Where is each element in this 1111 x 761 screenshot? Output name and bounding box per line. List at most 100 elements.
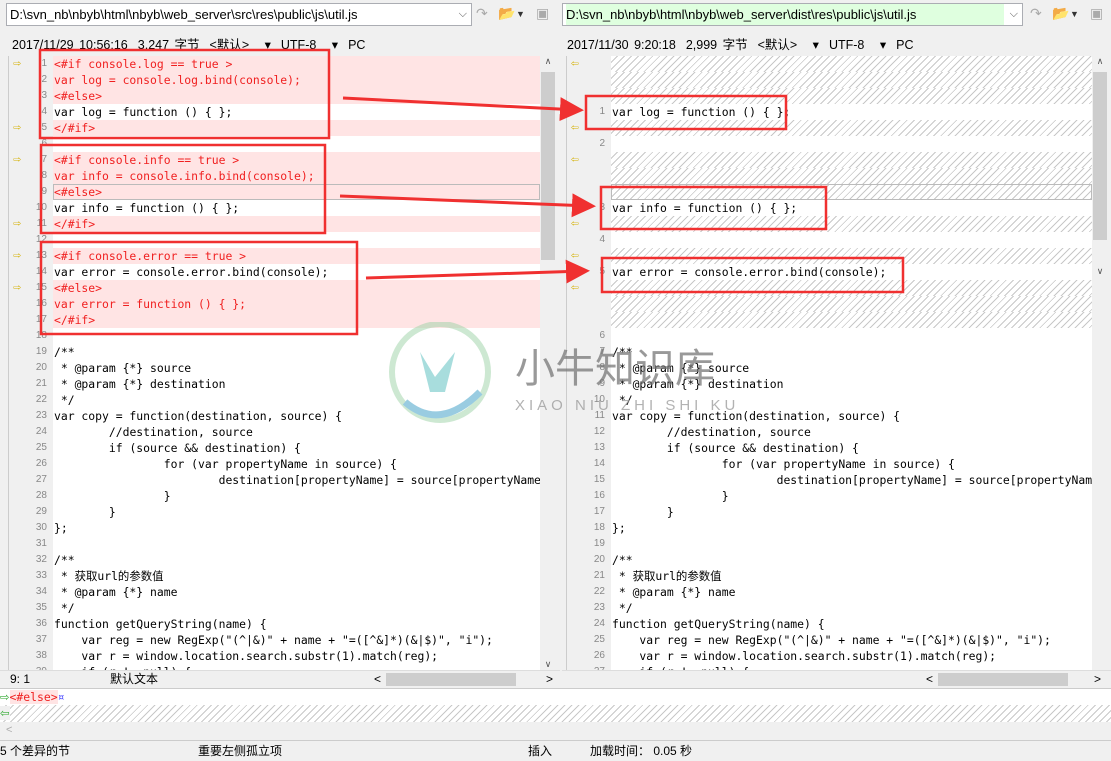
right-vertical-scrollbar[interactable]: ∧ ∨ — [1092, 56, 1108, 670]
code-line[interactable]: 36 function getQueryString(name) { — [9, 616, 540, 632]
code-line[interactable]: 37 var reg = new RegExp("(^|&)" + name +… — [9, 632, 540, 648]
code-line[interactable]: 29 } — [9, 504, 540, 520]
format-select[interactable]: <默认> ▾ — [758, 38, 819, 52]
placeholder-row[interactable] — [567, 184, 1092, 200]
copy-right-arrow-icon[interactable]: ⇨ — [13, 249, 21, 263]
copy-right-arrow-icon[interactable]: ⇨ — [13, 57, 21, 71]
copy-right-arrow-icon[interactable]: ⇨ — [13, 121, 21, 135]
copy-right-arrow-icon[interactable]: ⇨ — [13, 153, 21, 167]
copy-left-arrow-icon[interactable]: ⇦ — [571, 217, 579, 231]
code-line[interactable]: 32 /** — [9, 552, 540, 568]
code-line[interactable]: ⇨ 13 <#if console.error == true > — [9, 248, 540, 264]
code-line[interactable]: 19 /** — [9, 344, 540, 360]
code-line[interactable]: 15 destination[propertyName] = source[pr… — [567, 472, 1092, 488]
code-line[interactable]: 26 for (var propertyName in source) { — [9, 456, 540, 472]
code-line[interactable]: 38 var r = window.location.search.substr… — [9, 648, 540, 664]
code-line[interactable]: ⇨ 5 </#if> — [9, 120, 540, 136]
code-line[interactable]: 21 * 获取url的参数值 — [567, 568, 1092, 584]
code-line[interactable]: 21 * @param {*} destination — [9, 376, 540, 392]
copy-left-arrow-icon[interactable]: ⇦ — [571, 281, 579, 295]
code-line[interactable]: 16 var error = function () { }; — [9, 296, 540, 312]
placeholder-row[interactable]: ⇦ — [567, 120, 1092, 136]
placeholder-row[interactable]: ⇦ — [567, 248, 1092, 264]
code-line[interactable]: 23 var copy = function(destination, sourc… — [9, 408, 540, 424]
copy-left-arrow-icon[interactable]: ⇦ — [571, 153, 579, 167]
code-line[interactable]: 2 var log = console.log.bind(console); — [9, 72, 540, 88]
code-line[interactable]: 9 * @param {*} destination — [567, 376, 1092, 392]
code-line[interactable]: 3 <#else> — [9, 88, 540, 104]
code-line[interactable]: 2 — [567, 136, 1092, 152]
code-line[interactable]: 13 if (source && destination) { — [567, 440, 1092, 456]
dropdown-arrow-icon[interactable]: ▼ — [516, 9, 525, 19]
chevron-down-icon[interactable]: ⌵ — [1010, 4, 1018, 25]
format-select[interactable]: <默认> ▾ — [210, 38, 271, 52]
code-line[interactable]: 20 /** — [567, 552, 1092, 568]
placeholder-row[interactable] — [567, 88, 1092, 104]
syntax-mode[interactable]: 默认文本 — [110, 671, 158, 688]
code-line[interactable]: 4 var log = function () { }; — [9, 104, 540, 120]
encoding-select[interactable]: UTF-8 ▾ — [281, 38, 338, 52]
left-code-view[interactable]: ⇨ 1 <#if console.log == true > 2 var log = c… — [8, 56, 540, 670]
placeholder-row[interactable]: ⇦ — [567, 216, 1092, 232]
placeholder-row[interactable]: ⇦ — [567, 56, 1092, 72]
code-line[interactable]: 31 — [9, 536, 540, 552]
left-vertical-scrollbar[interactable]: ∧ ∨ — [540, 56, 556, 670]
compare-mode[interactable]: 重要左侧孤立项 — [198, 741, 282, 761]
code-line[interactable]: 7 /** — [567, 344, 1092, 360]
code-line[interactable]: 10 */ — [567, 392, 1092, 408]
code-line[interactable]: 35 */ — [9, 600, 540, 616]
code-line[interactable]: 5 var error = console.error.bind(console)… — [567, 264, 1092, 280]
left-path-field[interactable]: D:\svn_nb\nbyb\html\nbyb\web_server\src\… — [6, 3, 472, 26]
code-line[interactable]: 24 //destination, source — [9, 424, 540, 440]
code-line[interactable]: 33 * 获取url的参数值 — [9, 568, 540, 584]
code-line[interactable]: 27 destination[propertyName] = source[pr… — [9, 472, 540, 488]
code-line[interactable]: 17 </#if> — [9, 312, 540, 328]
placeholder-row[interactable] — [567, 72, 1092, 88]
code-line[interactable]: 17 } — [567, 504, 1092, 520]
copy-right-arrow-icon[interactable]: ⇨ — [13, 281, 21, 295]
code-line[interactable]: 6 — [9, 136, 540, 152]
placeholder-row[interactable]: ⇦ — [567, 280, 1092, 296]
code-line[interactable]: 24 function getQueryString(name) { — [567, 616, 1092, 632]
next-diff-icon[interactable]: ↷ — [476, 5, 488, 22]
code-line[interactable]: 19 — [567, 536, 1092, 552]
code-line[interactable]: 1 var log = function () { }; — [567, 104, 1092, 120]
code-line[interactable]: 11 var copy = function(destination, sourc… — [567, 408, 1092, 424]
placeholder-row[interactable] — [567, 296, 1092, 312]
placeholder-row[interactable]: ⇦ — [567, 152, 1092, 168]
copy-left-arrow-icon[interactable]: ⇦ — [571, 57, 579, 71]
code-line[interactable]: 22 */ — [9, 392, 540, 408]
copy-left-arrow-icon[interactable]: ⇦ — [571, 249, 579, 263]
code-line[interactable]: ⇨ 11 </#if> — [9, 216, 540, 232]
code-line[interactable]: 16 } — [567, 488, 1092, 504]
code-line[interactable]: ⇨ 15 <#else> — [9, 280, 540, 296]
dropdown-arrow-icon[interactable]: ▼ — [1070, 9, 1079, 19]
code-line[interactable]: 8 var info = console.info.bind(console); — [9, 168, 540, 184]
code-line[interactable]: 20 * @param {*} source — [9, 360, 540, 376]
chevron-down-icon[interactable]: ⌵ — [459, 4, 467, 25]
code-line[interactable]: 34 * @param {*} name — [9, 584, 540, 600]
code-line[interactable]: 10 var info = function () { }; — [9, 200, 540, 216]
placeholder-row[interactable] — [567, 168, 1092, 184]
detail-horizontal-scrollbar[interactable]: < — [6, 724, 12, 736]
right-path-field[interactable]: D:\svn_nb\nbyb\html\nbyb\web_server\dist… — [562, 3, 1023, 26]
code-line[interactable]: 18 — [9, 328, 540, 344]
placeholder-row[interactable] — [567, 312, 1092, 328]
code-line[interactable]: 28 } — [9, 488, 540, 504]
code-line[interactable]: 23 */ — [567, 600, 1092, 616]
code-line[interactable]: 4 — [567, 232, 1092, 248]
code-line[interactable]: 6 — [567, 328, 1092, 344]
code-line[interactable]: 30}; — [9, 520, 540, 536]
next-diff-icon[interactable]: ↷ — [1030, 5, 1042, 22]
code-line[interactable]: 25 if (source && destination) { — [9, 440, 540, 456]
right-code-view[interactable]: ⇦ 1 var log = function () { }; ⇦ 2 ⇦ 3 var info… — [566, 56, 1092, 670]
code-line[interactable]: 3 var info = function () { }; — [567, 200, 1092, 216]
code-line[interactable]: 9 <#else> — [9, 184, 540, 200]
copy-right-arrow-icon[interactable]: ⇨ — [13, 217, 21, 231]
save-icon[interactable]: ▣ — [1090, 5, 1103, 22]
folder-open-icon[interactable]: 📂 — [1052, 5, 1069, 22]
code-line[interactable]: 8 * @param {*} source — [567, 360, 1092, 376]
code-line[interactable]: 12 //destination, source — [567, 424, 1092, 440]
code-line[interactable]: ⇨ 1 <#if console.log == true > — [9, 56, 540, 72]
code-line[interactable]: 18}; — [567, 520, 1092, 536]
